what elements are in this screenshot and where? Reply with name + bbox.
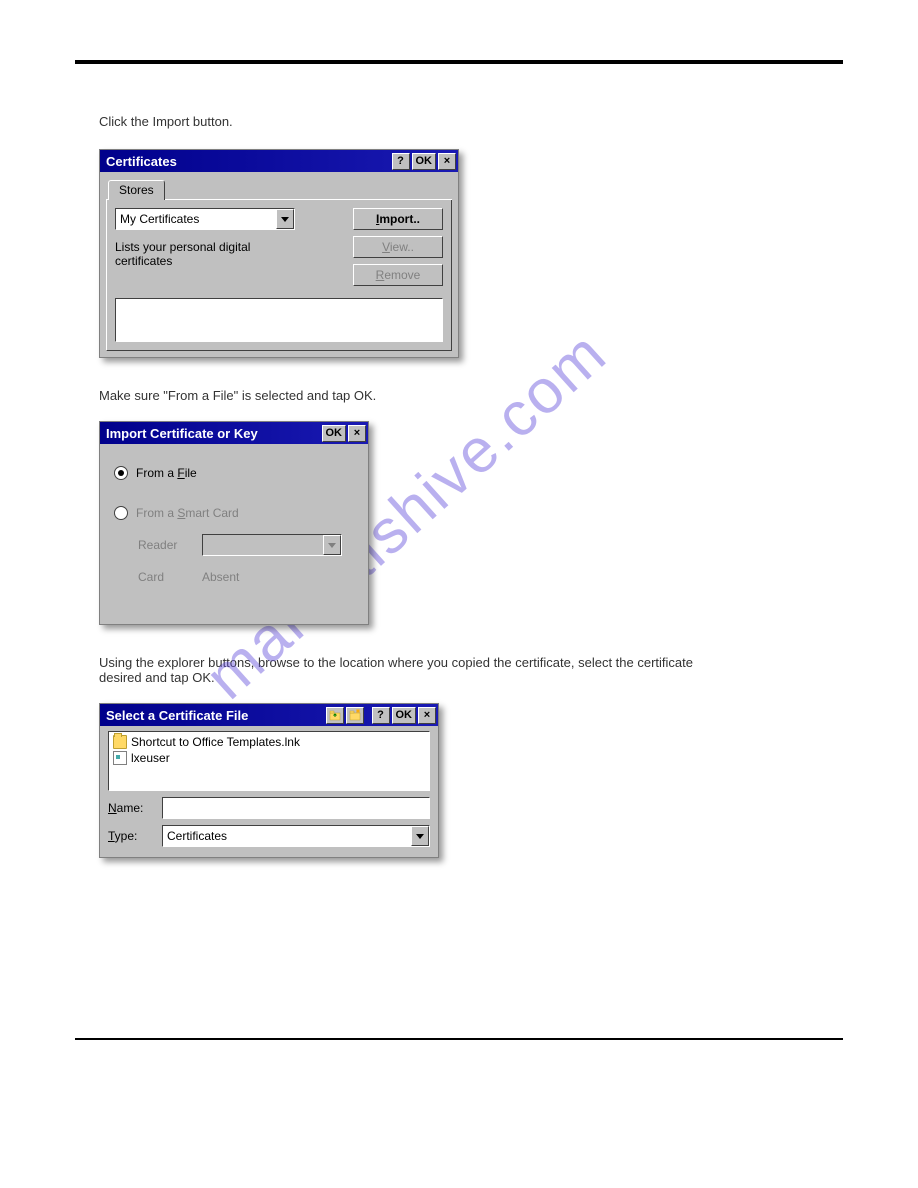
close-button[interactable]: × xyxy=(418,707,436,724)
card-label: Card xyxy=(138,570,184,584)
header-rule xyxy=(75,60,843,64)
radio-label: From a Smart Card xyxy=(136,506,239,520)
chevron-down-icon[interactable] xyxy=(276,209,294,229)
remove-button[interactable]: Remove xyxy=(353,264,443,286)
instruction-2: Make sure "From a File" is selected and … xyxy=(99,388,843,403)
tab-panel: My Certificates Lists your personal digi… xyxy=(106,199,452,351)
file-name: Shortcut to Office Templates.lnk xyxy=(131,735,300,749)
chevron-down-icon xyxy=(323,535,341,555)
combo-selected: My Certificates xyxy=(116,212,276,226)
instruction-3: Using the explorer buttons, browse to th… xyxy=(99,655,739,685)
file-icon xyxy=(113,751,127,765)
close-button[interactable]: × xyxy=(438,153,456,170)
ok-button[interactable]: OK xyxy=(412,153,437,170)
certificates-dialog: Certificates ? OK × Stores My Certificat… xyxy=(99,149,459,358)
combo-selected: Certificates xyxy=(163,829,411,843)
type-combo[interactable]: Certificates xyxy=(162,825,430,847)
close-button[interactable]: × xyxy=(348,425,366,442)
window-title: Select a Certificate File xyxy=(106,708,324,723)
radio-label: From a File xyxy=(136,466,197,480)
reader-combo xyxy=(202,534,342,556)
card-value: Absent xyxy=(202,570,239,584)
import-dialog: Import Certificate or Key OK × From a Fi… xyxy=(99,421,369,625)
intro-text: Click the Import button. xyxy=(99,114,843,129)
list-item[interactable]: Shortcut to Office Templates.lnk xyxy=(113,734,425,750)
reader-label: Reader xyxy=(138,538,184,552)
name-row: Name: xyxy=(108,797,430,819)
folder-up-icon[interactable] xyxy=(326,707,344,724)
list-item[interactable]: lxeuser xyxy=(113,750,425,766)
titlebar[interactable]: Select a Certificate File ? OK × xyxy=(100,704,438,726)
window-title: Import Certificate or Key xyxy=(106,426,320,441)
radio-icon[interactable] xyxy=(114,466,128,480)
tab-stores[interactable]: Stores xyxy=(108,180,165,200)
folder-shortcut-icon xyxy=(113,735,127,749)
ok-button[interactable]: OK xyxy=(322,425,347,442)
type-label: Type: xyxy=(108,829,154,843)
import-button[interactable]: Import.. xyxy=(353,208,443,230)
store-description: Lists your personal digital certificates xyxy=(115,240,285,268)
chevron-down-icon[interactable] xyxy=(411,826,429,846)
type-row: Type: Certificates xyxy=(108,825,430,847)
tab-row: Stores xyxy=(106,178,452,200)
new-folder-icon[interactable] xyxy=(346,707,364,724)
view-button[interactable]: View.. xyxy=(353,236,443,258)
window-title: Certificates xyxy=(106,154,390,169)
store-combo[interactable]: My Certificates xyxy=(115,208,295,230)
radio-from-file[interactable]: From a File xyxy=(114,466,354,480)
titlebar[interactable]: Import Certificate or Key OK × xyxy=(100,422,368,444)
help-button[interactable]: ? xyxy=(372,707,390,724)
help-button[interactable]: ? xyxy=(392,153,410,170)
file-name: lxeuser xyxy=(131,751,170,765)
name-label: Name: xyxy=(108,801,154,815)
titlebar[interactable]: Certificates ? OK × xyxy=(100,150,458,172)
footer-rule xyxy=(75,1038,843,1040)
radio-icon[interactable] xyxy=(114,506,128,520)
radio-from-smart-card[interactable]: From a Smart Card xyxy=(114,506,354,520)
name-input[interactable] xyxy=(162,797,430,819)
select-file-dialog: Select a Certificate File ? OK × xyxy=(99,703,439,858)
ok-button[interactable]: OK xyxy=(392,707,417,724)
file-list[interactable]: Shortcut to Office Templates.lnk lxeuser xyxy=(108,731,430,791)
certificate-list[interactable] xyxy=(115,298,443,342)
